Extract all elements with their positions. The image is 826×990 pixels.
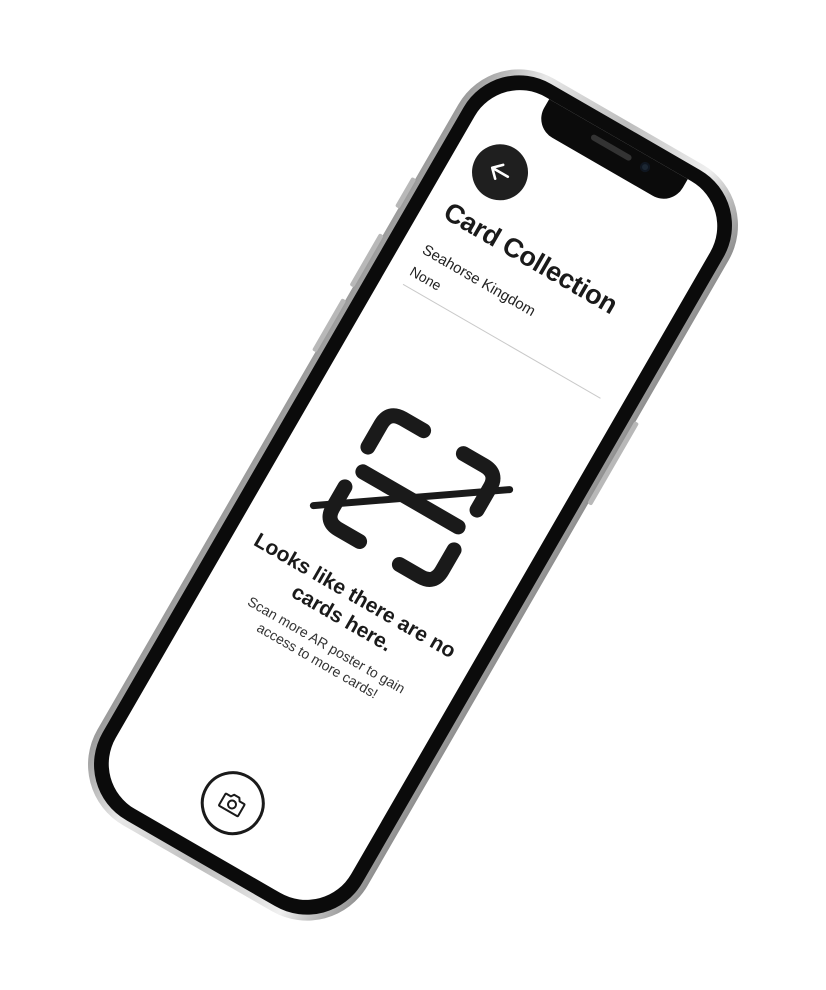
speaker-grille [589, 133, 633, 162]
camera-icon [218, 792, 246, 818]
camera-button[interactable] [189, 759, 277, 847]
phone-mockup: Card Collection Seahorse Kingdom None Lo… [62, 43, 764, 947]
arrow-left-icon [490, 163, 510, 181]
front-camera [638, 160, 652, 174]
stage: Card Collection Seahorse Kingdom None Lo… [0, 0, 826, 990]
app-screen: Card Collection Seahorse Kingdom None Lo… [89, 71, 737, 919]
back-button[interactable] [461, 134, 539, 211]
